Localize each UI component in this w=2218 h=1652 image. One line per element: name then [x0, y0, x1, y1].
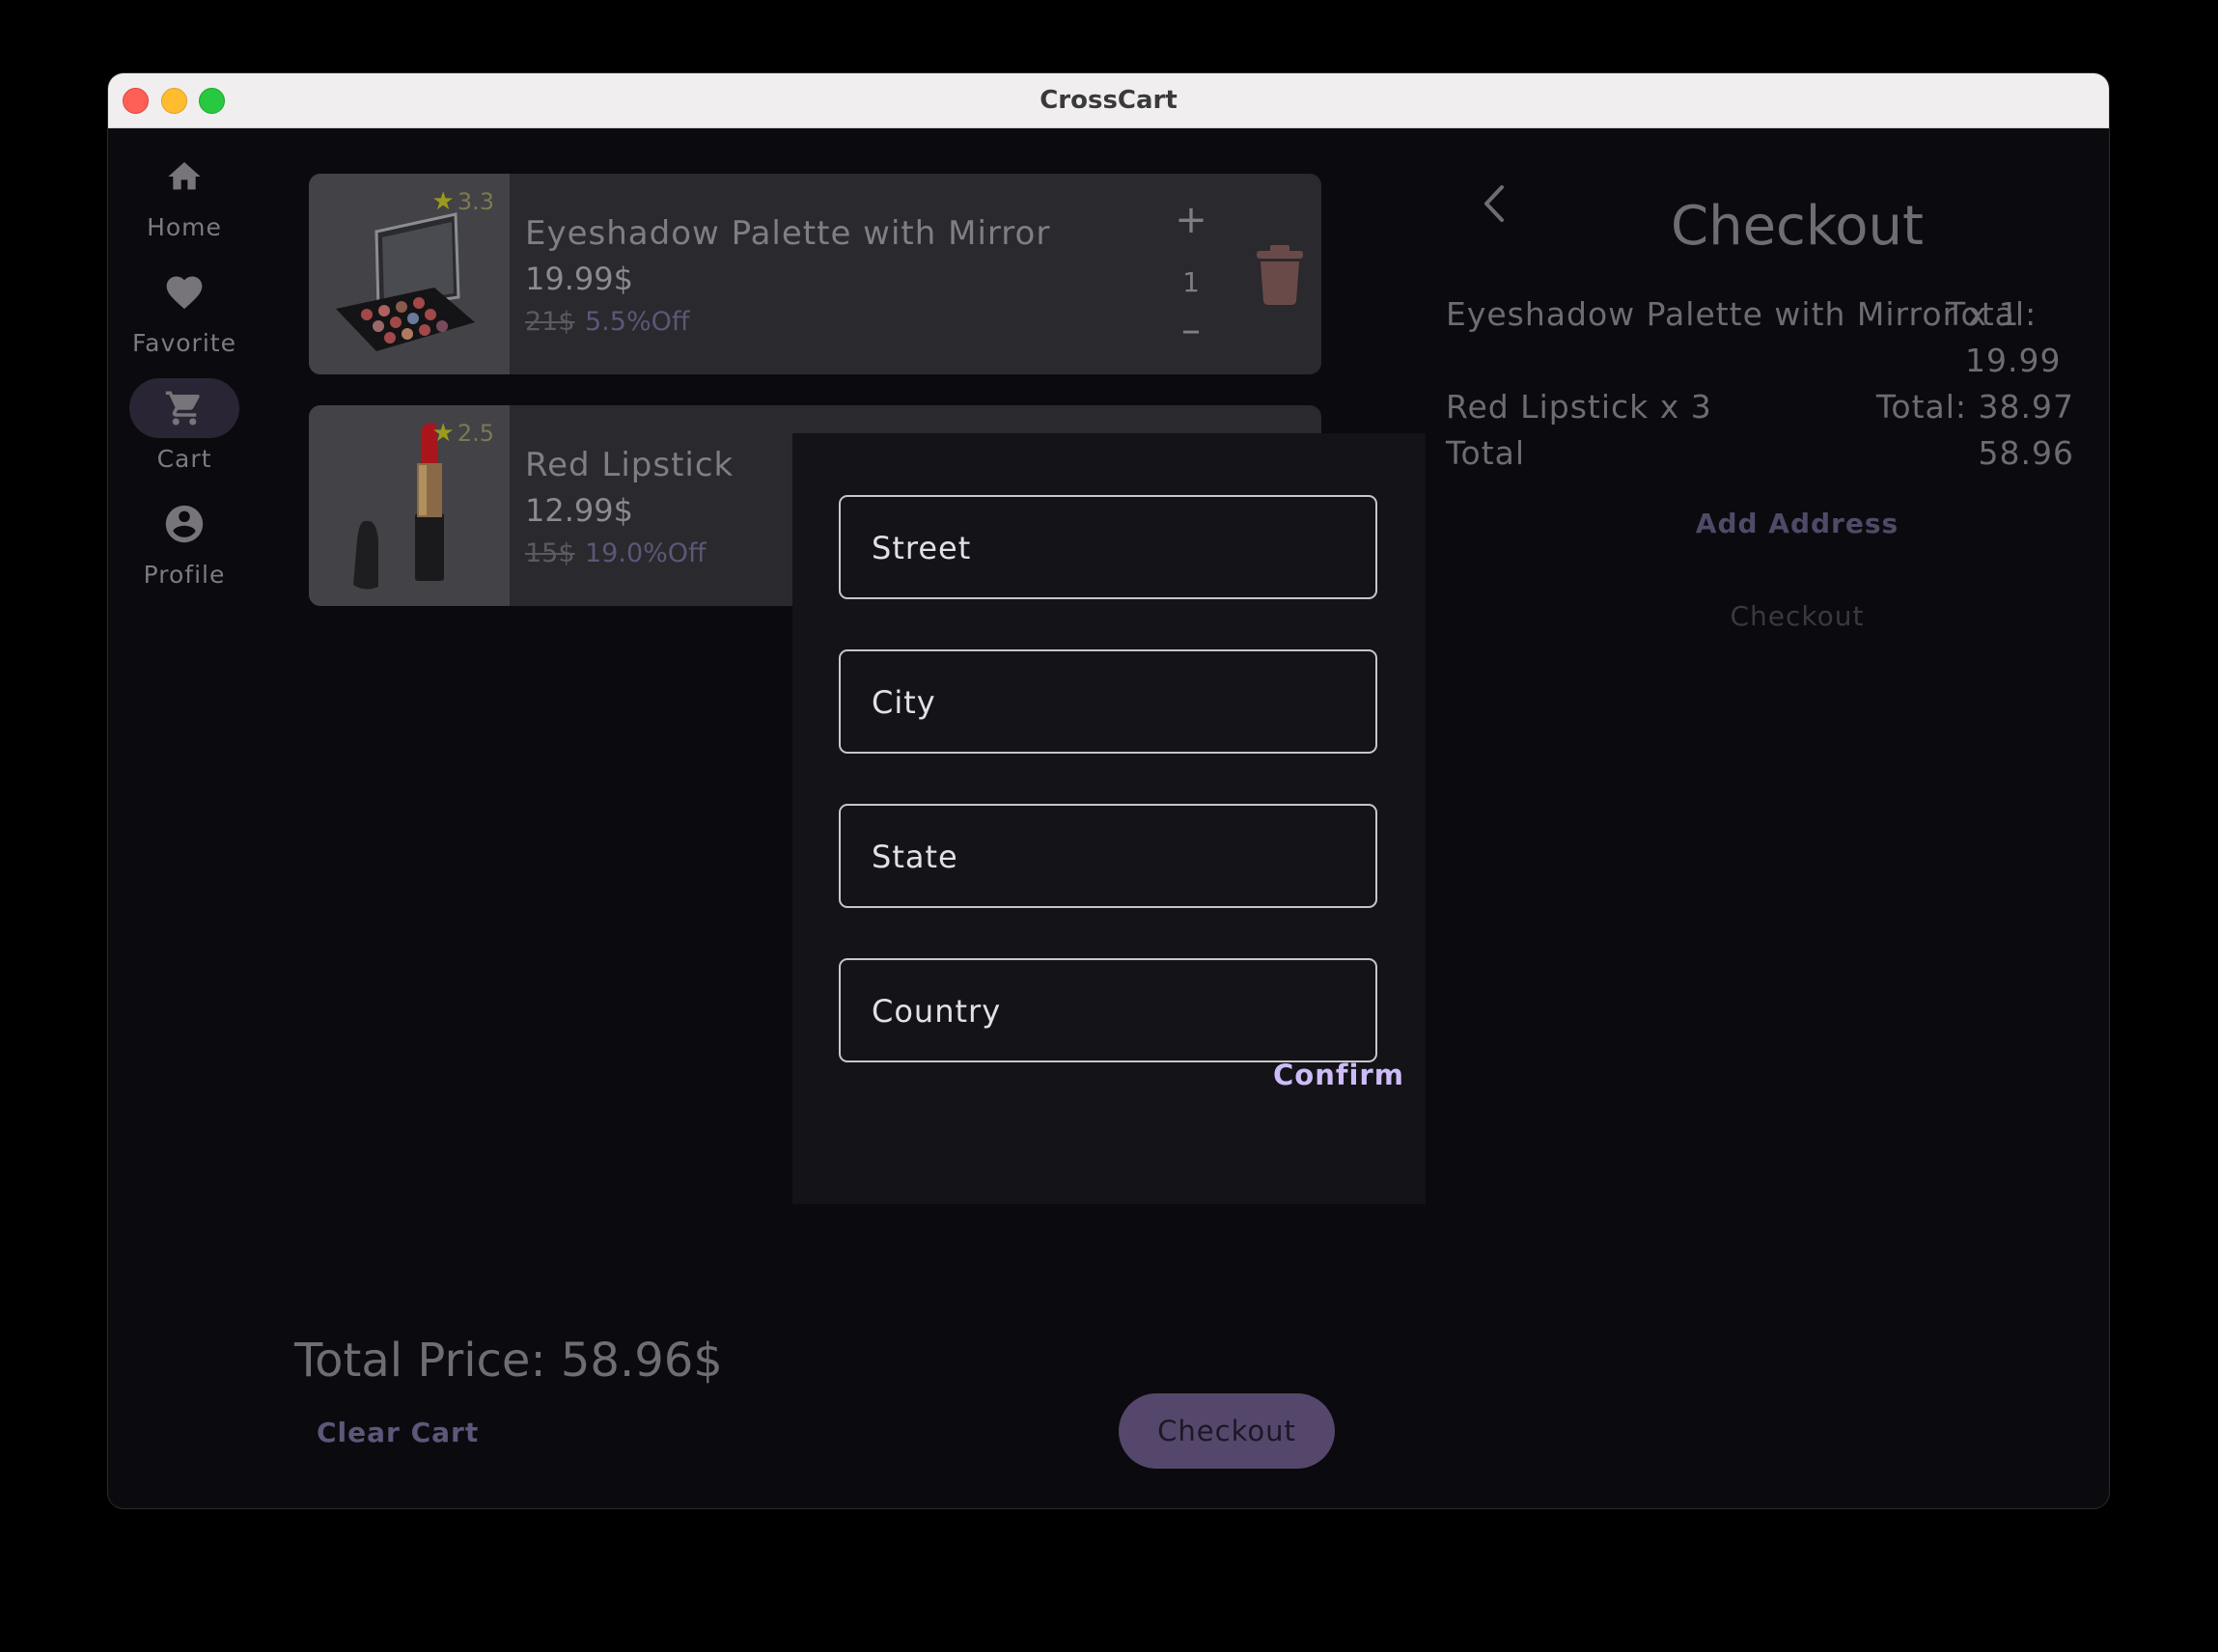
- checkout-line-item-name: Eyeshadow Palette with Mirror x 1: [1446, 295, 2020, 333]
- state-field[interactable]: [839, 804, 1377, 908]
- product-discount: 19.0%Off: [585, 538, 707, 568]
- product-name: Eyeshadow Palette with Mirror: [525, 214, 1051, 253]
- nav-label-home: Home: [147, 213, 222, 241]
- clear-cart-button[interactable]: Clear Cart: [317, 1417, 479, 1448]
- checkout-button[interactable]: Checkout: [1119, 1393, 1335, 1469]
- checkout-title: Checkout: [1671, 195, 1924, 258]
- cart-item-card[interactable]: ★ 3.3 Eyeshadow Palette with Mirror 19.9…: [309, 174, 1321, 374]
- checkout-line-item-total: Total: 38.97: [1875, 388, 2074, 426]
- nav-label-profile: Profile: [143, 561, 226, 589]
- checkout-total-label: Total: [1446, 434, 1526, 472]
- state-input[interactable]: [870, 806, 1356, 908]
- product-old-price: 21$: [525, 307, 575, 337]
- home-icon: [129, 147, 239, 206]
- window-title: CrossCart: [1040, 86, 1178, 115]
- cart-icon: [129, 378, 239, 438]
- nav-item-cart[interactable]: Cart: [108, 374, 261, 482]
- add-address-button[interactable]: Add Address: [1459, 508, 2109, 539]
- delete-icon[interactable]: [1255, 245, 1305, 309]
- product-discount: 5.5%Off: [585, 307, 690, 337]
- city-field[interactable]: [839, 649, 1377, 754]
- total-price: Total Price: 58.96$: [294, 1334, 723, 1388]
- nav-label-cart: Cart: [156, 445, 212, 473]
- product-image-red-lipstick: ★ 2.5: [309, 405, 510, 606]
- nav-label-favorite: Favorite: [132, 329, 236, 357]
- product-rating: ★ 3.3: [432, 187, 494, 216]
- product-price: 12.99$: [525, 492, 633, 529]
- address-dialog: Confirm: [792, 433, 1426, 1204]
- checkout-total-value: 58.96: [1978, 434, 2074, 472]
- star-icon: ★: [431, 419, 455, 448]
- checkout-line-item-name: Red Lipstick x 3: [1446, 388, 1712, 426]
- product-price: 19.99$: [525, 261, 633, 297]
- nav-item-home[interactable]: Home: [108, 143, 261, 251]
- product-name: Red Lipstick: [525, 446, 735, 484]
- checkout-line-item-total-value: 19.99: [1965, 342, 2062, 379]
- checkout-confirm-button-disabled: Checkout: [1730, 600, 1865, 632]
- increase-quantity-button[interactable]: +: [1172, 201, 1210, 239]
- product-rating: ★ 2.5: [432, 419, 494, 448]
- star-icon: ★: [431, 187, 455, 216]
- rating-value: 3.3: [457, 188, 494, 215]
- country-input[interactable]: [870, 960, 1356, 1062]
- account-circle-icon: [129, 494, 239, 554]
- rating-value: 2.5: [457, 420, 494, 447]
- country-field[interactable]: [839, 958, 1377, 1062]
- product-image-eyeshadow-palette: ★ 3.3: [309, 174, 510, 374]
- confirm-button[interactable]: Confirm: [1273, 1059, 1404, 1091]
- app-window: CrossCart Home Favorite Cart Profile ★ 3…: [108, 73, 2109, 1508]
- city-input[interactable]: [870, 651, 1356, 754]
- quantity-value: 1: [1182, 266, 1200, 298]
- checkout-line-item-total-label: Total:: [1946, 295, 2038, 333]
- product-old-price: 15$: [525, 538, 575, 568]
- nav-item-favorite[interactable]: Favorite: [108, 259, 261, 367]
- street-input[interactable]: [870, 497, 1356, 599]
- decrease-quantity-button[interactable]: –: [1172, 311, 1210, 349]
- street-field[interactable]: [839, 495, 1377, 599]
- nav-item-profile[interactable]: Profile: [108, 490, 261, 598]
- heart-icon: [129, 262, 239, 322]
- navigation-rail: Home Favorite Cart Profile: [108, 127, 261, 1508]
- title-bar: CrossCart: [108, 73, 2109, 128]
